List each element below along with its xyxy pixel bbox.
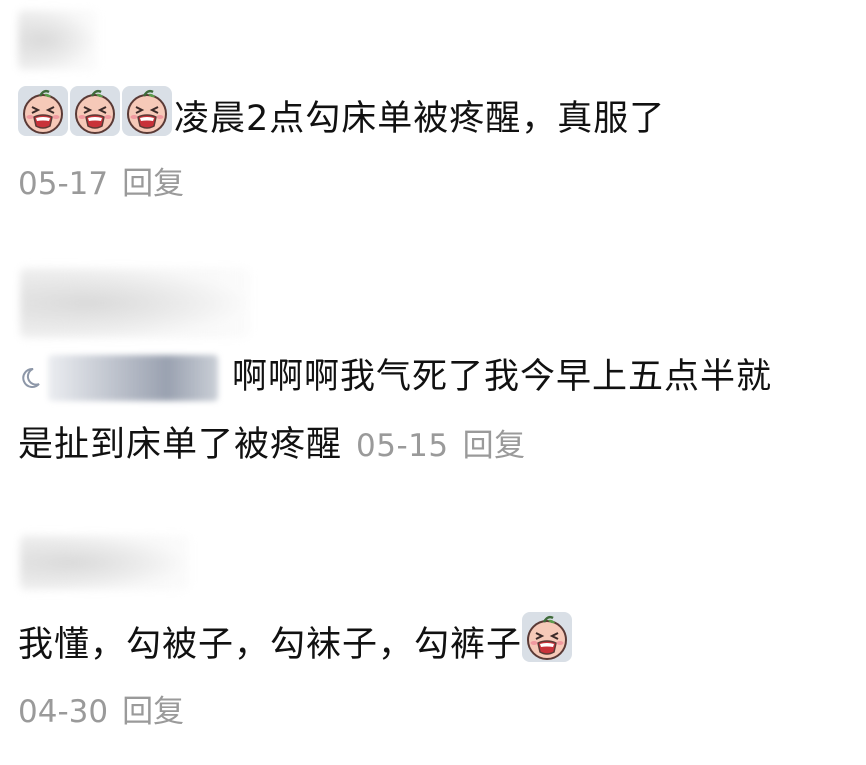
comment-date: 05-17 bbox=[18, 166, 109, 202]
crying-peach-icon bbox=[522, 612, 572, 662]
comment-2-body-line-1: 啊啊啊我气死了我今早上五点半就 bbox=[18, 348, 772, 406]
reply-button[interactable]: 回复 bbox=[463, 428, 526, 464]
avatar-redacted bbox=[48, 355, 218, 401]
crying-peach-icon bbox=[70, 86, 120, 136]
moon-badge-icon bbox=[22, 367, 40, 388]
comment-2-text-line-1: 啊啊啊我气死了我今早上五点半就 bbox=[232, 357, 773, 397]
comment-3-meta: 04-30 回复 bbox=[18, 690, 184, 734]
comment-2-text-line-2: 是扯到床单了被疼醒 bbox=[18, 425, 343, 465]
comment-3-body: 我懂，勾被子，勾袜子，勾裤子 bbox=[18, 612, 574, 674]
comment-2-body-line-2: 是扯到床单了被疼醒 05-15 回复 bbox=[18, 416, 526, 475]
comment-1-meta: 05-17 回复 bbox=[18, 162, 184, 206]
comment-1-body: 凌晨2点勾床单被疼醒，真服了 bbox=[18, 86, 665, 148]
comment-date: 05-15 bbox=[356, 428, 449, 464]
username-redacted bbox=[20, 535, 190, 590]
comment-1-text: 凌晨2点勾床单被疼醒，真服了 bbox=[174, 99, 666, 139]
reply-button[interactable]: 回复 bbox=[122, 166, 184, 202]
comment-3-text: 我懂，勾被子，勾袜子，勾裤子 bbox=[18, 625, 523, 665]
comment-date: 04-30 bbox=[18, 694, 109, 730]
username-redacted bbox=[20, 268, 250, 338]
username-redacted bbox=[18, 10, 98, 70]
crying-peach-icon bbox=[122, 86, 172, 136]
reply-button[interactable]: 回复 bbox=[122, 694, 184, 730]
crying-peach-icon bbox=[18, 86, 68, 136]
